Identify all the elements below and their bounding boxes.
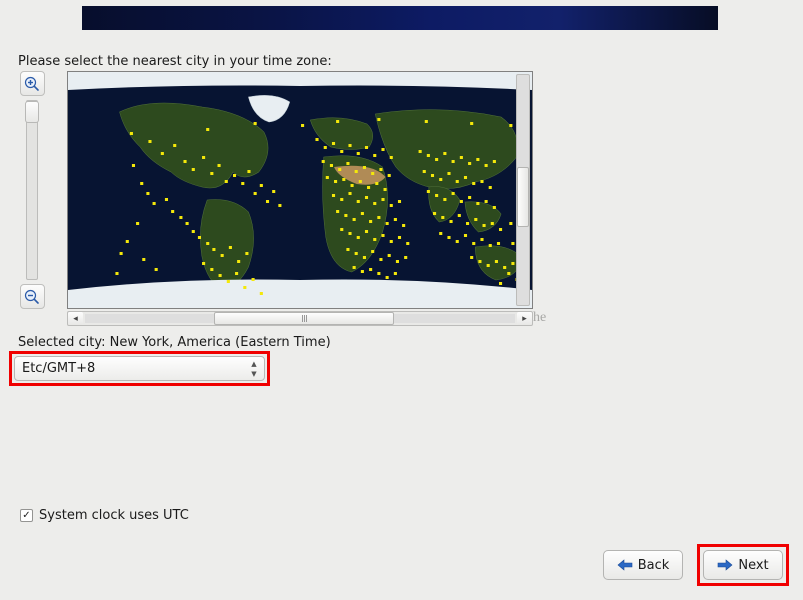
world-map[interactable]: [67, 71, 533, 309]
map-horizontal-scrollbar[interactable]: ◂ ▸: [67, 311, 533, 326]
scroll-left-button[interactable]: ◂: [68, 312, 83, 325]
zoom-out-button[interactable]: [20, 284, 45, 309]
map-horizontal-scroll-thumb[interactable]: [214, 312, 394, 325]
next-button-highlight: Next: [697, 544, 789, 586]
next-button[interactable]: Next: [703, 550, 783, 580]
zoom-out-icon: [24, 289, 40, 305]
arrow-right-icon: [717, 559, 733, 571]
nav-button-bar: Back Next: [603, 544, 789, 586]
map-vertical-scroll-thumb[interactable]: [517, 167, 529, 227]
map-vertical-scrollbar[interactable]: [516, 74, 530, 306]
next-button-label: Next: [738, 558, 768, 573]
timezone-combobox[interactable]: Etc/GMT+8 ▲▼: [14, 356, 265, 381]
zoom-in-button[interactable]: [20, 71, 45, 96]
combo-spin-icon: ▲▼: [246, 358, 262, 379]
selected-city-label: Selected city: New York, America (Easter…: [18, 335, 331, 350]
zoom-slider-track[interactable]: [26, 100, 38, 280]
background-artifact-text: he: [533, 310, 546, 326]
timezone-combo-value: Etc/GMT+8: [22, 361, 95, 376]
zoom-slider-thumb[interactable]: [25, 101, 39, 123]
instruction-text: Please select the nearest city in your t…: [18, 54, 332, 69]
world-map-canvas: [68, 72, 532, 308]
utc-checkbox[interactable]: ✓: [20, 509, 33, 522]
back-button-label: Back: [638, 558, 670, 573]
timezone-map-region: ◂ ▸: [18, 71, 533, 326]
check-icon: ✓: [22, 511, 30, 521]
utc-checkbox-row: ✓ System clock uses UTC: [20, 508, 189, 523]
utc-checkbox-label: System clock uses UTC: [39, 508, 189, 523]
zoom-in-icon: [24, 76, 40, 92]
map-horizontal-scroll-track[interactable]: [85, 314, 515, 323]
scroll-right-button[interactable]: ▸: [517, 312, 532, 325]
back-button[interactable]: Back: [603, 550, 683, 580]
header-banner: [82, 6, 718, 30]
arrow-left-icon: [617, 559, 633, 571]
zoom-slider-column: [18, 71, 46, 309]
